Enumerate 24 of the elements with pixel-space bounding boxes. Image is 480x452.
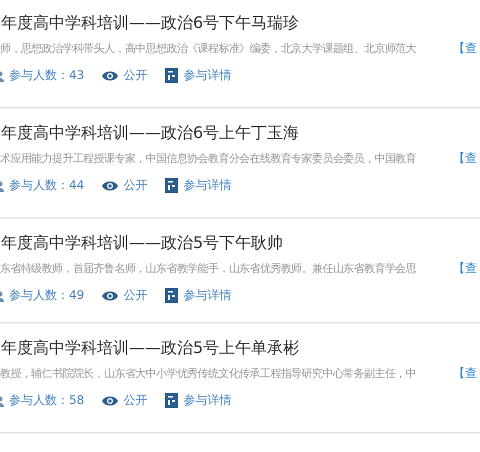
course-title[interactable]: 年度高中学科培训——政治6号上午丁玉海 [0, 122, 480, 144]
course-title[interactable]: 年度高中学科培训——政治5号下午耿帅 [0, 232, 480, 254]
participant-count: 参与人数：49 [9, 287, 84, 304]
visibility-label: 公开 [123, 392, 148, 409]
participant-count: 参与人数：44 [9, 177, 84, 194]
participant-count: 参与人数：43 [9, 67, 84, 84]
visibility-label: 公开 [123, 67, 148, 84]
visibility-label: 公开 [123, 177, 148, 194]
view-more-link[interactable]: 【查 [453, 150, 477, 167]
view-more-link[interactable]: 【查 [453, 40, 477, 57]
visibility-label: 公开 [123, 287, 148, 304]
course-title[interactable]: 年度高中学科培训——政治6号下午马瑞珍 [0, 12, 480, 34]
course-description: 师，思想政治学科带头人，高中思想政治《课程标准》编委，北京大学课题组、北京师范大 [0, 41, 416, 56]
participation-details-link[interactable]: 参与详情 [183, 177, 232, 194]
participation-details-link[interactable]: 参与详情 [183, 392, 232, 409]
course-title[interactable]: 年度高中学科培训——政治5号上午单承彬 [0, 337, 480, 359]
participation-details-link[interactable]: 参与详情 [183, 287, 232, 304]
participation-details-link[interactable]: 参与详情 [183, 67, 232, 84]
course-description: 教授，辅仁书院院长，山东省大中小学优秀传统文化传承工程指导研究中心常务副主任，中 [0, 366, 416, 381]
view-more-link[interactable]: 【查 [453, 260, 477, 277]
course-description: 术应用能力提升工程授课专家，中国信息协会教育分会在线教育专家委员会委员，中国教育 [0, 151, 416, 166]
view-more-link[interactable]: 【查 [453, 365, 477, 382]
course-description: 东省特级教师，首届齐鲁名师，山东省教学能手，山东省优秀教师。兼任山东省教育学会思 [0, 261, 416, 276]
participant-count: 参与人数：58 [9, 392, 84, 409]
